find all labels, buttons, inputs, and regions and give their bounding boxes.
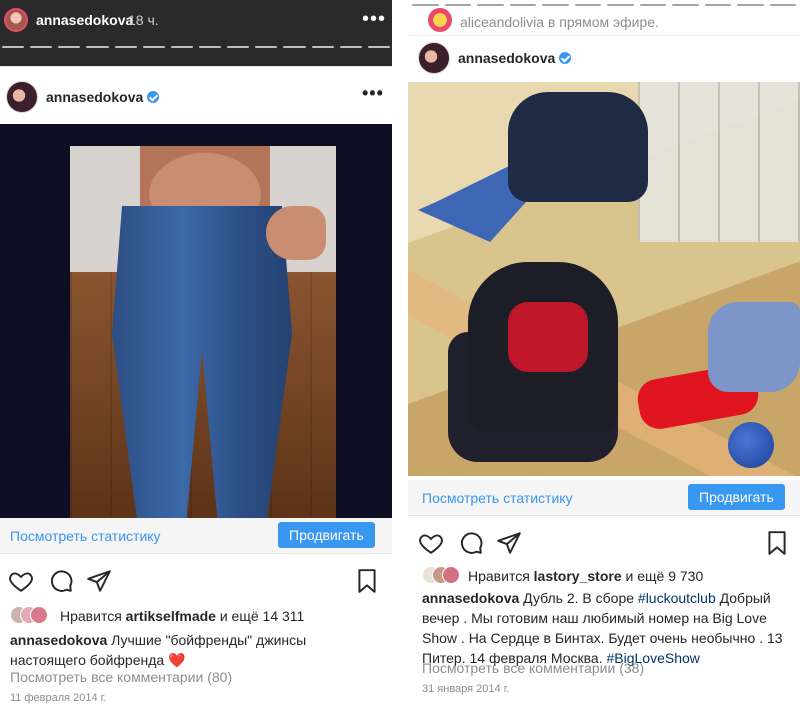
post-date: 31 января 2014 г. — [422, 683, 510, 695]
live-avatar — [428, 8, 452, 32]
right-story-panel: aliceandolivia в прямом эфире. annasedok… — [408, 0, 800, 712]
heart-icon[interactable] — [418, 530, 444, 556]
live-notification[interactable]: aliceandolivia в прямом эфире. — [408, 0, 800, 36]
likes-row[interactable]: Нравится lastory_store и ещё 9 730 — [408, 566, 800, 586]
story-time: 18 ч. — [128, 12, 159, 28]
more-icon[interactable]: ••• — [362, 8, 386, 31]
promote-button[interactable]: Продвигать — [688, 484, 785, 510]
share-icon[interactable] — [496, 530, 522, 556]
liker-avatars — [422, 566, 462, 584]
story-header: annasedokova 18 ч. ••• — [0, 0, 392, 66]
caption: annasedokova Дубль 2. В сборе #luckoutcl… — [422, 590, 783, 666]
post-date: 11 февраля 2014 г. — [10, 692, 107, 704]
story-avatar[interactable] — [4, 8, 28, 32]
left-story-panel: annasedokova 18 ч. ••• annasedokova ••• — [0, 0, 392, 712]
bookmark-icon[interactable] — [764, 530, 790, 556]
verified-icon — [559, 52, 572, 64]
more-icon[interactable]: ••• — [362, 83, 384, 104]
live-text: aliceandolivia в прямом эфире. — [460, 14, 659, 30]
post-photo[interactable] — [408, 82, 800, 476]
heart-icon[interactable] — [8, 568, 34, 594]
story-progress — [408, 4, 800, 7]
post-photo[interactable] — [0, 124, 392, 518]
promote-button[interactable]: Продвигать — [278, 522, 375, 548]
likes-text: Нравится artikselfmade и ещё 14 311 — [60, 608, 305, 624]
story-progress — [0, 46, 392, 49]
jeans-photo — [70, 146, 336, 518]
post-actions — [0, 568, 392, 598]
likes-text: Нравится lastory_store и ещё 9 730 — [468, 568, 704, 584]
story-username[interactable]: annasedokova — [36, 12, 133, 28]
avatar[interactable] — [6, 81, 38, 113]
view-stats-link[interactable]: Посмотреть статистику — [422, 490, 573, 506]
post-username[interactable]: annasedokova — [46, 89, 160, 105]
share-icon[interactable] — [86, 568, 112, 594]
view-stats-link[interactable]: Посмотреть статистику — [10, 528, 161, 544]
post-username[interactable]: annasedokova — [458, 50, 572, 66]
stats-row: Посмотреть статистику Продвигать — [0, 518, 392, 554]
avatar[interactable] — [418, 42, 450, 74]
comment-icon[interactable] — [48, 568, 74, 594]
caption: annasedokova Лучшие "бойфренды" джинсы н… — [10, 632, 307, 668]
panel-gap — [392, 0, 408, 712]
hashtag-link[interactable]: #luckoutclub — [638, 590, 716, 606]
screenshot-root: annasedokova 18 ч. ••• annasedokova ••• — [0, 0, 800, 712]
bookmark-icon[interactable] — [354, 568, 380, 594]
view-comments-link[interactable]: Посмотреть все комментарии (80) — [10, 669, 232, 685]
stats-row: Посмотреть статистику Продвигать — [408, 480, 800, 516]
liker-avatars — [10, 606, 50, 624]
comment-icon[interactable] — [458, 530, 484, 556]
likes-row[interactable]: Нравится artikselfmade и ещё 14 311 — [0, 606, 392, 626]
verified-icon — [147, 91, 160, 103]
view-comments-link[interactable]: Посмотреть все комментарии (38) — [422, 660, 644, 676]
post-actions — [408, 530, 800, 560]
